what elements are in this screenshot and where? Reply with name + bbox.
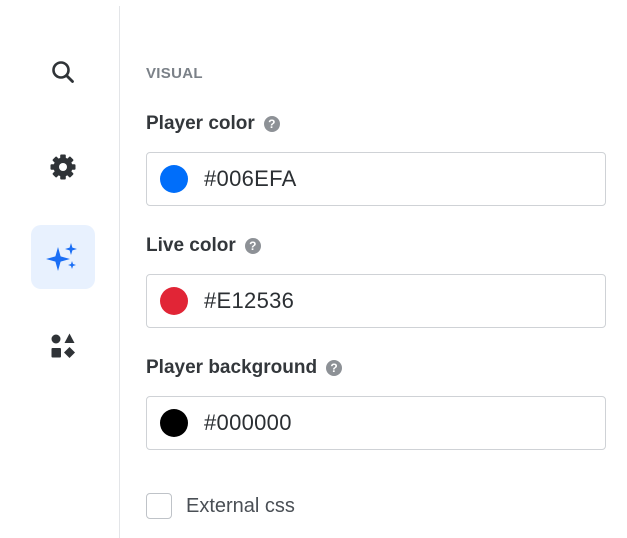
sidebar-item-appearance[interactable] — [31, 225, 95, 289]
section-title: VISUAL — [146, 65, 203, 82]
player-background-field[interactable]: #000000 — [146, 396, 606, 450]
sidebar-divider — [119, 6, 120, 538]
external-css-checkbox[interactable] — [146, 493, 172, 519]
gear-icon — [48, 152, 78, 182]
external-css-label[interactable]: External css — [186, 495, 295, 518]
live-color-swatch[interactable] — [160, 287, 188, 315]
player-color-label-text: Player color — [146, 113, 255, 134]
player-color-value: #006EFA — [204, 166, 297, 191]
live-color-label-text: Live color — [146, 235, 236, 256]
sidebar-item-integrations[interactable] — [31, 314, 95, 378]
live-color-label: Live color ? — [146, 235, 261, 257]
search-icon — [50, 59, 76, 85]
shapes-icon — [48, 331, 78, 361]
player-color-field[interactable]: #006EFA — [146, 152, 606, 206]
help-icon[interactable]: ? — [244, 238, 261, 254]
player-background-label-text: Player background — [146, 357, 318, 378]
sidebar-item-settings[interactable] — [31, 135, 95, 199]
help-icon[interactable]: ? — [263, 116, 280, 132]
player-background-swatch[interactable] — [160, 409, 188, 437]
sidebar-item-search[interactable] — [31, 40, 95, 104]
player-background-value: #000000 — [204, 410, 292, 435]
live-color-field[interactable]: #E12536 — [146, 274, 606, 328]
live-color-value: #E12536 — [204, 288, 295, 313]
sparkles-icon — [46, 240, 80, 274]
sidebar-rail — [0, 0, 120, 538]
player-color-swatch[interactable] — [160, 165, 188, 193]
help-icon[interactable]: ? — [326, 360, 343, 376]
player-color-label: Player color ? — [146, 113, 280, 135]
player-background-label: Player background ? — [146, 357, 343, 379]
external-css-row: External css — [146, 493, 295, 519]
